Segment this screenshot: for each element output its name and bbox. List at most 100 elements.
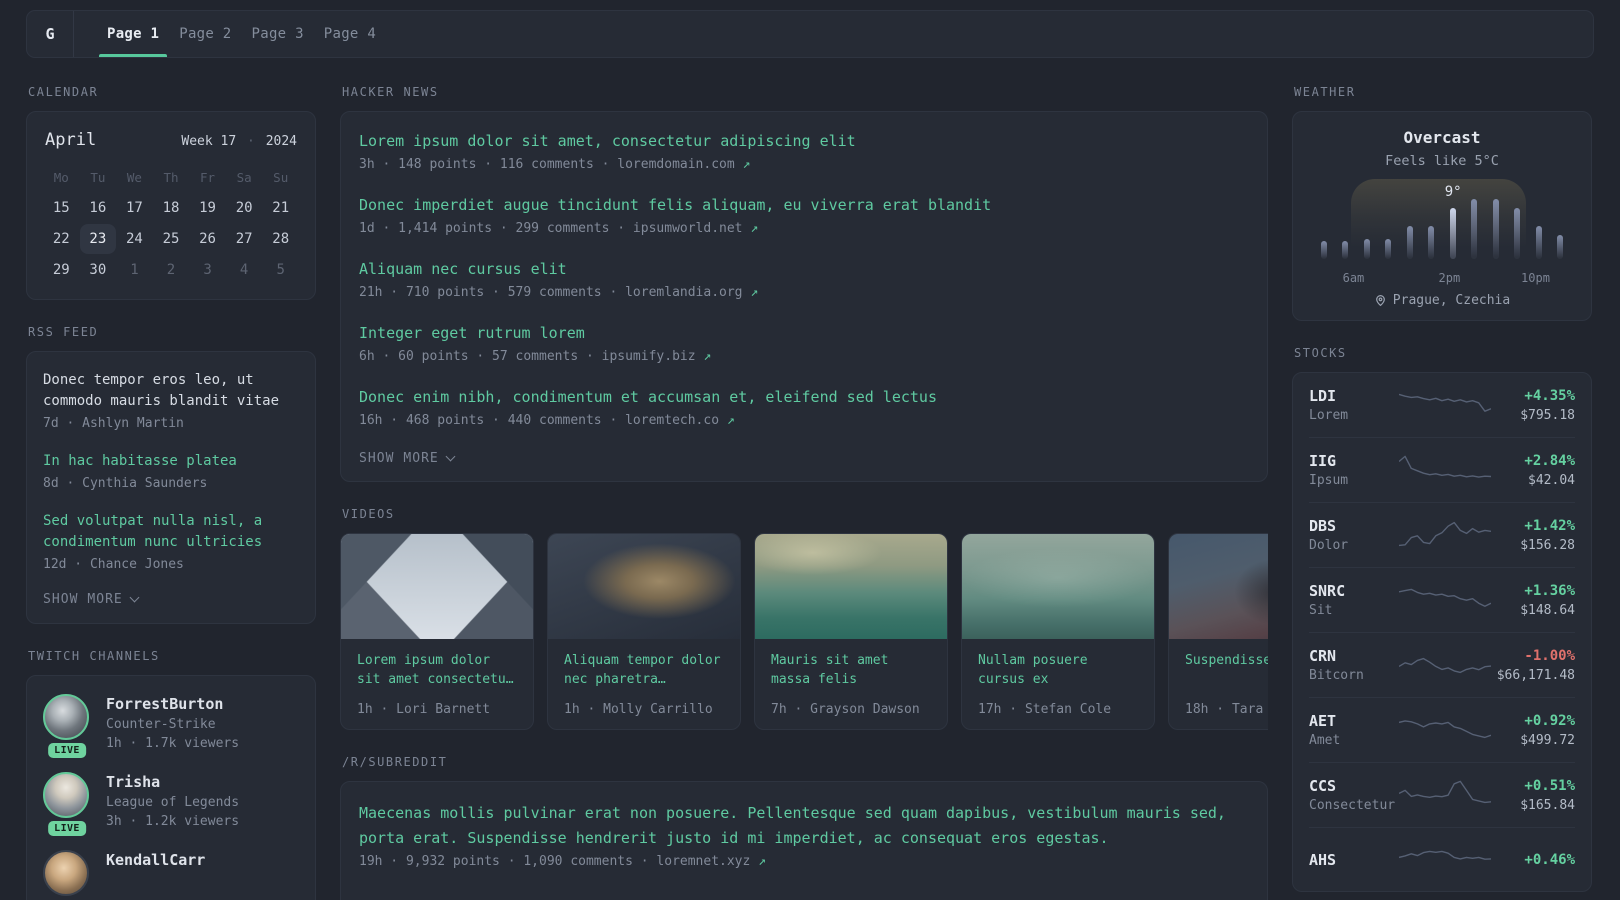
hackernews-item-title[interactable]: Integer eget rutrum lorem bbox=[359, 323, 1249, 344]
tab-page-3[interactable]: Page 3 bbox=[242, 11, 314, 57]
video-title[interactable]: Nullam posuere cursus ex bbox=[978, 651, 1138, 689]
video-title[interactable]: Mauris sit amet massa felis bbox=[771, 651, 931, 689]
hackernews-item: Aliquam nec cursus elit 21h · 710 points … bbox=[359, 259, 1249, 302]
channel-name[interactable]: ForrestBurton bbox=[106, 694, 239, 715]
video-card[interactable]: Aliquam tempor dolor nec pharetra… 1h · M… bbox=[547, 533, 741, 730]
separator-dot: · bbox=[247, 134, 255, 149]
calendar-day: 27 bbox=[235, 231, 253, 247]
video-card[interactable]: Suspendisse diam 18h · Tara bbox=[1168, 533, 1268, 730]
stock-info: LDI Lorem bbox=[1309, 386, 1399, 425]
stock-change: -1.00% bbox=[1524, 648, 1575, 664]
external-link-icon: ↗ bbox=[758, 854, 766, 869]
weather-bars bbox=[1321, 197, 1563, 259]
weather-bar bbox=[1363, 239, 1370, 259]
twitch-channel[interactable]: LIVE ForrestBurton Counter-Strike 1h · 1.7k… bbox=[43, 694, 299, 758]
calendar-day-selected: 23 bbox=[79, 224, 117, 254]
channel-info: KendallCarr bbox=[106, 850, 205, 896]
avatar: LIVE bbox=[43, 694, 91, 758]
stock-row[interactable]: CRN Bitcorn -1.00% $66,171.48 bbox=[1309, 632, 1575, 697]
external-link-icon: ↗ bbox=[750, 221, 759, 236]
hackernews-widget: Lorem ipsum dolor sit amet, consectetur … bbox=[340, 111, 1268, 482]
calendar-day-header: Su bbox=[273, 169, 289, 185]
weather-feels-like: Feels like 5°C bbox=[1385, 153, 1499, 169]
hackernews-item-title[interactable]: Donec imperdiet augue tincidunt felis al… bbox=[359, 195, 1249, 216]
channel-name[interactable]: KendallCarr bbox=[106, 850, 205, 871]
weather-time-label: 10pm bbox=[1521, 271, 1550, 285]
stock-row[interactable]: SNRC Sit +1.36% $148.64 bbox=[1309, 567, 1575, 632]
twitch-channel[interactable]: LIVE Trisha League of Legends 3h · 1.2k vie… bbox=[43, 772, 299, 836]
stock-sparkline bbox=[1398, 582, 1492, 620]
item-meta: 21h · 710 points · 579 comments · loreml… bbox=[359, 283, 1249, 302]
hackernews-item-title[interactable]: Donec enim nibh, condimentum et accumsan… bbox=[359, 387, 1249, 408]
reddit-post-title[interactable]: Maecenas mollis pulvinar erat non posuer… bbox=[359, 801, 1249, 851]
weather-bar bbox=[1428, 226, 1435, 259]
video-card-body: Suspendisse diam 18h · Tara bbox=[1169, 639, 1268, 729]
calendar-day-header: We bbox=[126, 169, 142, 185]
stock-values: +0.46% bbox=[1491, 850, 1575, 870]
tab-page-2[interactable]: Page 2 bbox=[169, 11, 241, 57]
hackernews-show-more[interactable]: SHOW MORE bbox=[359, 451, 1249, 466]
section-label-weather: WEATHER bbox=[1294, 85, 1356, 99]
channel-name[interactable]: Trisha bbox=[106, 772, 239, 793]
calendar-year: 2024 bbox=[265, 134, 297, 149]
video-title[interactable]: Lorem ipsum dolor sit amet consectetu… bbox=[357, 651, 517, 689]
calendar-week: Week 17 bbox=[181, 134, 237, 149]
stock-row[interactable]: DBS Dolor +1.42% $156.28 bbox=[1309, 502, 1575, 567]
channel-meta: 1h · 1.7k viewers bbox=[106, 736, 240, 751]
stock-row[interactable]: IIG Ipsum +2.84% $42.04 bbox=[1309, 437, 1575, 502]
page-tabs: Page 1 Page 2 Page 3 Page 4 bbox=[97, 11, 386, 57]
weather-bar bbox=[1406, 226, 1413, 259]
stock-values: +1.42% $156.28 bbox=[1491, 516, 1575, 555]
stock-row[interactable]: CCS Consectetur +0.51% $165.84 bbox=[1309, 762, 1575, 827]
item-meta: 19h · 9,932 points · 1,090 comments · lo… bbox=[359, 854, 1249, 869]
calendar-day: 20 bbox=[235, 200, 253, 216]
video-meta: 1h · Lori Barnett bbox=[357, 702, 491, 717]
stock-info: IIG Ipsum bbox=[1309, 451, 1399, 490]
header-bar: G Page 1 Page 2 Page 3 Page 4 bbox=[26, 10, 1594, 58]
section-label-hackernews: HACKER NEWS bbox=[342, 85, 439, 99]
video-meta: 7h · Grayson Dawson bbox=[771, 702, 920, 717]
twitch-widget: LIVE ForrestBurton Counter-Strike 1h · 1.7k… bbox=[26, 675, 316, 900]
video-card[interactable]: Nullam posuere cursus ex 17h · Stefan Col… bbox=[961, 533, 1155, 730]
hackernews-item-title[interactable]: Aliquam nec cursus elit bbox=[359, 259, 1249, 280]
video-meta: 1h · Molly Carrillo bbox=[564, 702, 713, 717]
stock-change: +0.51% bbox=[1524, 778, 1575, 794]
video-card-body: Nullam posuere cursus ex 17h · Stefan Col… bbox=[962, 639, 1154, 729]
stock-price: $795.18 bbox=[1520, 408, 1575, 423]
avatar-image bbox=[43, 694, 89, 740]
section-label-reddit: /R/SUBREDDIT bbox=[342, 755, 448, 769]
calendar-day-header: Th bbox=[163, 169, 179, 185]
video-meta: 18h · Tara bbox=[1185, 702, 1264, 717]
video-title[interactable]: Suspendisse diam bbox=[1185, 651, 1268, 670]
avatar bbox=[43, 850, 91, 896]
section-label-videos: VIDEOS bbox=[342, 507, 395, 521]
rss-show-more[interactable]: SHOW MORE bbox=[43, 592, 299, 607]
stock-change: +0.46% bbox=[1524, 852, 1575, 868]
stock-name: Sit bbox=[1309, 603, 1333, 618]
rss-item-title[interactable]: In hac habitasse platea bbox=[43, 451, 299, 472]
rss-item-title[interactable]: Donec tempor eros leo, ut commodo mauris… bbox=[43, 370, 299, 412]
videos-section: VIDEOS Lorem ipsum dolor sit amet consec… bbox=[340, 507, 1268, 730]
external-link-icon: ↗ bbox=[703, 349, 712, 364]
tab-page-1[interactable]: Page 1 bbox=[97, 11, 169, 57]
rss-item-title[interactable]: Sed volutpat nulla nisl, a condimentum n… bbox=[43, 511, 299, 553]
stock-row[interactable]: AHS +0.46% bbox=[1309, 827, 1575, 891]
stock-row[interactable]: AET Amet +0.92% $499.72 bbox=[1309, 697, 1575, 762]
stocks-widget: LDI Lorem +4.35% $795.18 IIG Ipsum +2.84% $42.0… bbox=[1292, 372, 1592, 892]
stock-sparkline bbox=[1398, 777, 1492, 815]
hackernews-item: Donec imperdiet augue tincidunt felis al… bbox=[359, 195, 1249, 238]
stock-row[interactable]: LDI Lorem +4.35% $795.18 bbox=[1309, 373, 1575, 437]
weather-location: Prague, Czechia bbox=[1305, 293, 1579, 308]
weather-bar bbox=[1471, 199, 1478, 259]
location-pin-icon bbox=[1374, 294, 1387, 307]
weather-bar bbox=[1321, 241, 1327, 259]
weather-bar bbox=[1556, 235, 1563, 259]
hackernews-item-title[interactable]: Lorem ipsum dolor sit amet, consectetur … bbox=[359, 131, 1249, 152]
video-title[interactable]: Aliquam tempor dolor nec pharetra… bbox=[564, 651, 724, 689]
video-card[interactable]: Lorem ipsum dolor sit amet consectetu… 1h… bbox=[340, 533, 534, 730]
twitch-channel[interactable]: KendallCarr bbox=[43, 850, 299, 896]
tab-page-4[interactable]: Page 4 bbox=[314, 11, 386, 57]
avatar-image bbox=[43, 850, 89, 896]
app-logo[interactable]: G bbox=[27, 11, 73, 57]
video-card[interactable]: Mauris sit amet massa felis 7h · Grayson … bbox=[754, 533, 948, 730]
